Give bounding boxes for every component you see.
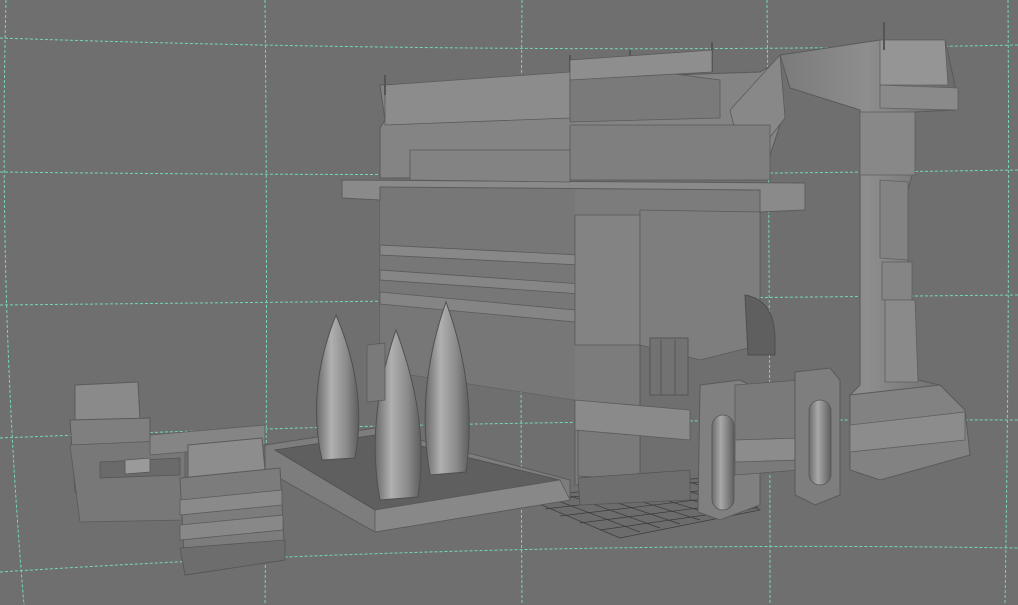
- left-structure[interactable]: [69, 381, 286, 576]
- right-cylinder-left[interactable]: [697, 379, 801, 521]
- roof-platform[interactable]: [379, 42, 786, 183]
- spire-left[interactable]: [315, 313, 360, 461]
- viewport-canvas[interactable]: [0, 0, 1018, 605]
- right-cylinder-right[interactable]: [794, 367, 841, 506]
- 3d-viewport[interactable]: [0, 0, 1018, 605]
- left-tower-section[interactable]: [366, 342, 386, 403]
